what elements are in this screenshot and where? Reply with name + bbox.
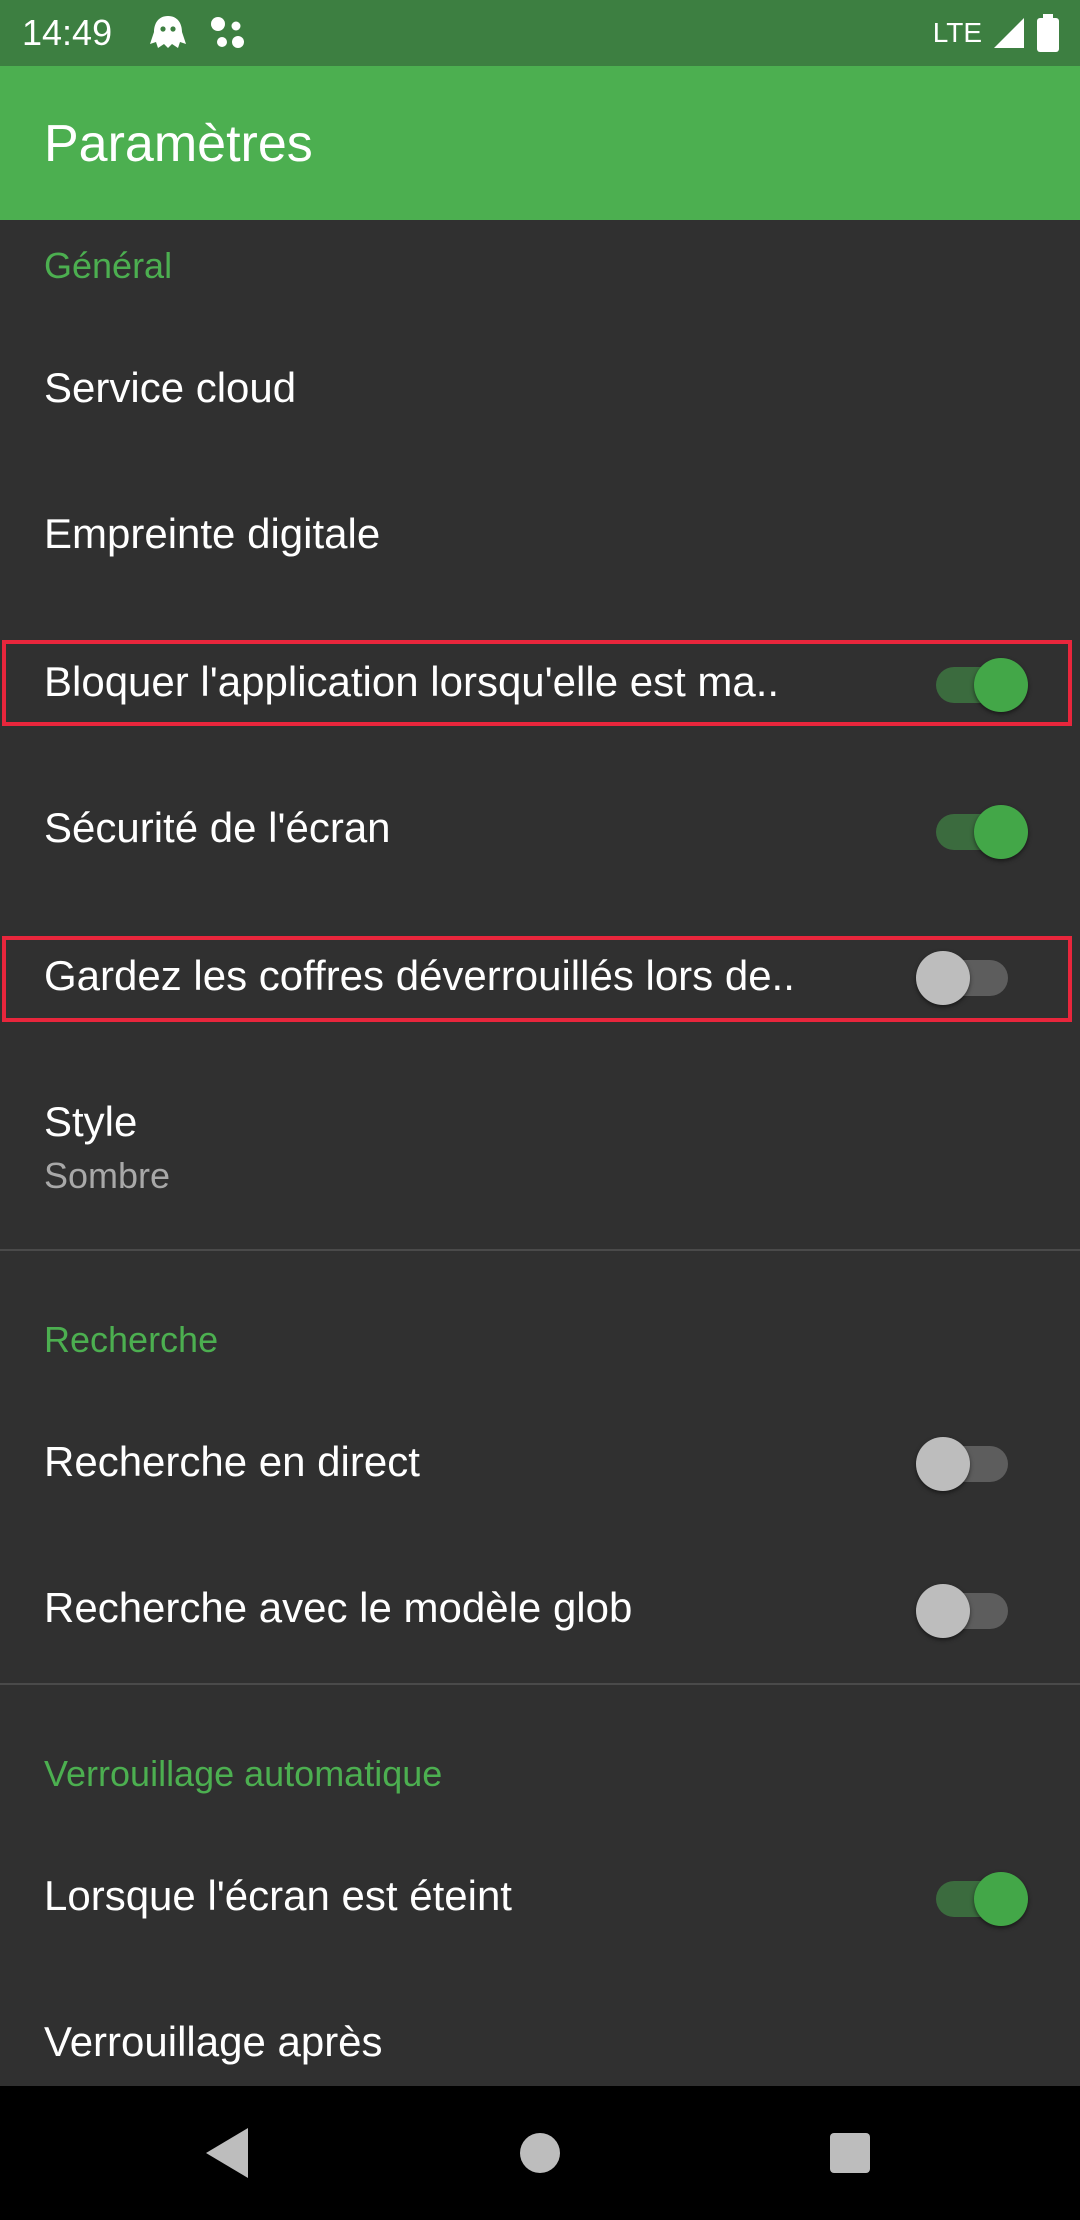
setting-style-summary: Sombre bbox=[44, 1155, 171, 1196]
status-indicators: LTE bbox=[933, 12, 1060, 54]
navigation-bar bbox=[0, 2086, 1080, 2220]
setting-screen-security-title: Sécurité de l'écran bbox=[44, 804, 391, 851]
section-header-search: Recherche bbox=[44, 1319, 219, 1360]
status-time: 14:49 bbox=[22, 12, 113, 53]
setting-live-search-title: Recherche en direct bbox=[44, 1438, 420, 1485]
back-icon[interactable] bbox=[186, 2116, 266, 2190]
battery-icon bbox=[1037, 14, 1059, 52]
live-search-toggle[interactable] bbox=[916, 1430, 1016, 1491]
toggle-thumb bbox=[974, 805, 1028, 859]
section-divider bbox=[0, 1683, 1080, 1685]
toggle-thumb bbox=[916, 1437, 970, 1491]
page-title: Paramètres bbox=[44, 115, 313, 173]
signal-icon bbox=[994, 18, 1024, 48]
status-bar: 14:49 LTE bbox=[0, 0, 1080, 66]
lock-screen-off-toggle[interactable] bbox=[928, 1865, 1028, 1926]
setting-lock-after-title: Verrouillage après bbox=[44, 2018, 383, 2065]
setting-keep-unlocked-title: Gardez les coffres déverrouillés lors de… bbox=[44, 952, 795, 999]
toggle-thumb bbox=[916, 1584, 970, 1638]
glob-search-toggle[interactable] bbox=[916, 1577, 1016, 1638]
section-header-autolock: Verrouillage automatique bbox=[44, 1753, 443, 1794]
screen-security-toggle[interactable] bbox=[928, 798, 1028, 859]
keep-unlocked-toggle[interactable] bbox=[916, 944, 1016, 1005]
app-bar: Paramètres bbox=[0, 66, 1080, 220]
toggle-thumb bbox=[974, 658, 1028, 712]
toggle-thumb bbox=[974, 1872, 1028, 1926]
section-divider bbox=[0, 1249, 1080, 1251]
settings-list[interactable]: Général Service cloud Empreinte digitale… bbox=[0, 220, 1080, 2086]
network-type: LTE bbox=[932, 17, 982, 48]
setting-glob-search-title: Recherche avec le modèle glob bbox=[44, 1584, 633, 1631]
ghost-icon bbox=[150, 16, 186, 48]
toggle-thumb bbox=[916, 951, 970, 1005]
setting-fingerprint-title: Empreinte digitale bbox=[44, 510, 381, 557]
setting-cloud-service-title: Service cloud bbox=[44, 364, 297, 411]
assistant-dots-icon bbox=[211, 17, 244, 48]
block-app-toggle[interactable] bbox=[928, 651, 1028, 712]
setting-block-app-title: Bloquer l'application lorsqu'elle est ma… bbox=[44, 658, 780, 705]
section-header-general: Général bbox=[44, 245, 173, 286]
home-icon[interactable] bbox=[500, 2116, 580, 2190]
recents-icon[interactable] bbox=[810, 2116, 890, 2190]
setting-lock-screen-off-title: Lorsque l'écran est éteint bbox=[44, 1872, 512, 1919]
setting-style-title: Style bbox=[44, 1098, 138, 1145]
